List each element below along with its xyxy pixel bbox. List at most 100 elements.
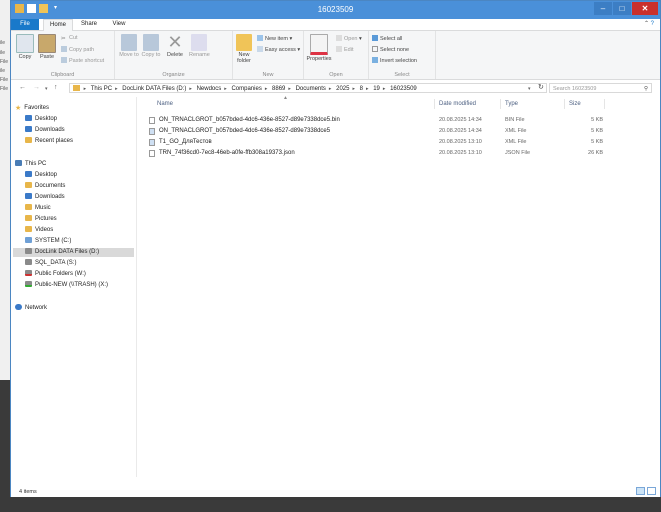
- copy-path-button[interactable]: Copy path: [61, 46, 94, 53]
- organize-group: Move to Copy to ✕ Delete Rename Organize: [115, 31, 233, 79]
- paste-button[interactable]: Paste: [37, 34, 57, 60]
- breadcrumb-current[interactable]: 16023509: [390, 86, 417, 92]
- new-folder-button[interactable]: New folder: [234, 34, 254, 64]
- breadcrumb-8[interactable]: 8: [360, 86, 363, 92]
- edit-button[interactable]: Edit: [336, 46, 353, 53]
- network-drive-icon: [25, 270, 32, 276]
- invert-selection-button[interactable]: Invert selection: [372, 57, 417, 64]
- search-icon[interactable]: ⚲: [644, 84, 648, 94]
- file-row[interactable]: ON_TRNACLGROT_b057bded-4dc6-436e-8527-d8…: [143, 126, 443, 136]
- breadcrumb-this-pc[interactable]: This PC: [91, 86, 112, 92]
- paste-shortcut-button[interactable]: Paste shortcut: [61, 57, 104, 64]
- ribbon: Copy Paste ✂ Cut Copy path Paste shortcut…: [11, 31, 660, 80]
- copy-icon: [16, 34, 34, 53]
- pictures-icon: [25, 215, 32, 221]
- file-type: BIN File: [505, 117, 525, 123]
- large-icons-view-button[interactable]: [647, 487, 656, 495]
- nav-drive-s[interactable]: SQL_DATA (S:): [25, 259, 76, 268]
- column-name[interactable]: Name: [153, 99, 435, 109]
- properties-button[interactable]: Properties: [305, 34, 333, 62]
- open-button[interactable]: Open ▾: [336, 35, 362, 42]
- background-desktop-strip: ile ile File ile File File: [0, 0, 10, 380]
- move-to-button[interactable]: Move to: [119, 34, 139, 58]
- nav-pc-downloads[interactable]: Downloads: [25, 193, 65, 202]
- nav-network[interactable]: Network: [15, 304, 47, 313]
- file-row[interactable]: T1_GO_ДляТестов: [143, 137, 443, 147]
- delete-button[interactable]: ✕ Delete: [165, 33, 185, 58]
- address-dropdown-icon[interactable]: ▾: [528, 86, 531, 92]
- nav-this-pc[interactable]: This PC: [15, 160, 46, 169]
- maximize-button[interactable]: □: [613, 2, 631, 15]
- file-name: T1_GO_ДляТестов: [159, 139, 212, 145]
- search-input[interactable]: Search 16023509 ⚲: [549, 83, 652, 93]
- window-title: 16023509: [317, 5, 354, 14]
- downloads-icon: [25, 126, 32, 132]
- paste-icon: [38, 34, 56, 53]
- copy-button[interactable]: Copy: [15, 34, 35, 60]
- forward-arrow-icon[interactable]: →: [33, 84, 40, 91]
- nav-pc-documents[interactable]: Documents: [25, 182, 65, 191]
- breadcrumb-documents[interactable]: Documents: [296, 86, 326, 92]
- easy-access-button[interactable]: Easy access ▾: [257, 46, 300, 53]
- background-text: ile: [0, 40, 6, 46]
- drive-icon: [25, 248, 32, 254]
- breadcrumb-2025[interactable]: 2025: [336, 86, 349, 92]
- file-icon: [149, 150, 155, 157]
- close-button[interactable]: ✕: [632, 2, 658, 15]
- file-name: ON_TRNACLGROT_b057bded-4dc6-436e-8527-d8…: [159, 117, 340, 123]
- recent-locations-icon[interactable]: ▾: [45, 86, 48, 92]
- nav-drive-d[interactable]: DocLink DATA Files (D:): [13, 248, 134, 257]
- details-view-button[interactable]: [636, 487, 645, 495]
- column-date-modified[interactable]: Date modified: [435, 99, 501, 109]
- copy-to-button[interactable]: Copy to: [141, 34, 161, 58]
- videos-icon: [25, 226, 32, 232]
- breadcrumb-newdocs[interactable]: Newdocs: [197, 86, 222, 92]
- breadcrumb-19[interactable]: 19: [373, 86, 380, 92]
- back-arrow-icon[interactable]: ←: [19, 84, 26, 91]
- tab-view[interactable]: View: [105, 19, 133, 30]
- file-row[interactable]: ON_TRNACLGROT_b057bded-4dc6-436e-8527-d8…: [143, 115, 443, 125]
- help-icon[interactable]: ?: [651, 21, 654, 27]
- nav-favorites[interactable]: ★ Favorites: [15, 104, 49, 113]
- title-bar[interactable]: ▾ 16023509 – □ ✕: [11, 1, 660, 19]
- column-type[interactable]: Type: [501, 99, 565, 109]
- folder-icon: [73, 85, 80, 91]
- nav-pc-pictures[interactable]: Pictures: [25, 215, 57, 224]
- tab-home[interactable]: Home: [43, 19, 73, 31]
- nav-fav-downloads[interactable]: Downloads: [25, 126, 65, 135]
- easy-access-icon: [257, 46, 263, 52]
- nav-drive-w[interactable]: Public Folders (W:): [25, 270, 86, 279]
- refresh-icon[interactable]: ↻: [538, 83, 544, 91]
- music-icon: [25, 204, 32, 210]
- address-bar[interactable]: ▸ This PC ▸ DocLink DATA Files (D:) ▸ Newd…: [69, 83, 547, 93]
- select-all-button[interactable]: Select all: [372, 35, 402, 42]
- copy-to-icon: [143, 34, 159, 51]
- file-size: 5 KB: [591, 128, 603, 134]
- select-none-button[interactable]: Select none: [372, 46, 409, 53]
- select-none-icon: [372, 46, 378, 52]
- nav-drive-x[interactable]: Public-NEW (\\TRASH) (X:): [25, 281, 108, 290]
- tab-share[interactable]: Share: [75, 19, 103, 30]
- file-row[interactable]: TRN_74f36cd0-7ec8-46eb-a0fe-ffb308a19373…: [143, 148, 443, 158]
- breadcrumb-8869[interactable]: 8869: [272, 86, 285, 92]
- new-item-button[interactable]: New item ▾: [257, 35, 292, 42]
- nav-fav-recent[interactable]: Recent places: [25, 137, 73, 146]
- file-name: TRN_74f36cd0-7ec8-46eb-a0fe-ffb308a19373…: [159, 150, 295, 156]
- breadcrumb-drive[interactable]: DocLink DATA Files (D:): [122, 86, 186, 92]
- nav-pc-music[interactable]: Music: [25, 204, 51, 213]
- select-all-icon: [372, 35, 378, 41]
- up-arrow-icon[interactable]: ↑: [54, 84, 58, 91]
- column-size[interactable]: Size: [565, 99, 605, 109]
- file-size: 5 KB: [591, 117, 603, 123]
- nav-pc-desktop[interactable]: Desktop: [25, 171, 57, 180]
- breadcrumb-companies[interactable]: Companies: [231, 86, 261, 92]
- chevron-up-icon[interactable]: ⌃: [644, 21, 649, 27]
- nav-pc-videos[interactable]: Videos: [25, 226, 53, 235]
- background-text: ile: [0, 50, 6, 56]
- nav-drive-c[interactable]: SYSTEM (C:): [25, 237, 71, 246]
- tab-file[interactable]: File: [11, 19, 39, 30]
- nav-fav-desktop[interactable]: Desktop: [25, 115, 57, 124]
- cut-button[interactable]: ✂ Cut: [61, 35, 78, 42]
- minimize-button[interactable]: –: [594, 2, 612, 15]
- rename-button[interactable]: Rename: [189, 34, 210, 58]
